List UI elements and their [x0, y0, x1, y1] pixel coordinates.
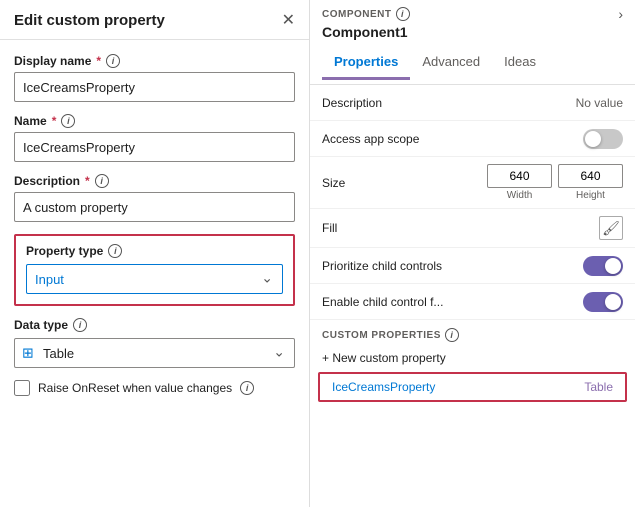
description-info-icon[interactable]: i: [95, 174, 109, 188]
close-button[interactable]: ✕: [282, 13, 295, 29]
display-name-input[interactable]: [14, 72, 295, 102]
property-type-label: Property type i: [26, 244, 283, 258]
access-app-scope-toggle[interactable]: [583, 129, 623, 149]
data-type-select[interactable]: Table Text Number Boolean: [14, 338, 295, 368]
prop-prioritize-child-label: Prioritize child controls: [322, 259, 442, 273]
raise-on-reset-label: Raise OnReset when value changes: [38, 381, 232, 395]
raise-on-reset-checkbox[interactable]: [14, 380, 30, 396]
property-type-select[interactable]: Input Output Event: [26, 264, 283, 294]
right-header: COMPONENT i › Component1 Properties Adva…: [310, 0, 635, 85]
left-panel: Edit custom property ✕ Display name * i …: [0, 0, 310, 507]
name-label: Name * i: [14, 114, 295, 128]
width-label: Width: [507, 190, 533, 201]
toggle-thumb: [585, 131, 601, 147]
data-type-label: Data type i: [14, 318, 295, 332]
raise-on-reset-row: Raise OnReset when value changes i: [14, 380, 295, 396]
width-wrap: Width: [487, 164, 552, 201]
fill-swatch[interactable]: 🖌: [599, 216, 623, 240]
toggle-thumb: [605, 258, 621, 274]
prop-enable-child-label: Enable child control f...: [322, 295, 443, 309]
toggle-thumb2: [605, 294, 621, 310]
left-body: Display name * i Name * i Description * …: [0, 40, 309, 507]
height-label: Height: [576, 190, 605, 201]
prop-description: Description No value: [310, 85, 635, 121]
add-prop-button[interactable]: + New custom property: [310, 346, 635, 370]
property-type-section: Property type i Input Output Event: [14, 234, 295, 306]
toggle-track-on2[interactable]: [583, 292, 623, 312]
size-height-input[interactable]: [558, 164, 623, 188]
panel-title: Edit custom property: [14, 12, 165, 29]
name-info-icon[interactable]: i: [61, 114, 75, 128]
custom-property-row[interactable]: IceCreamsProperty Table: [318, 372, 627, 402]
custom-props-info-icon[interactable]: i: [445, 328, 459, 342]
tab-properties[interactable]: Properties: [322, 48, 410, 80]
prop-description-value: No value: [576, 96, 623, 110]
toggle-track-on[interactable]: [583, 256, 623, 276]
prop-size: Size Width Height: [310, 157, 635, 209]
toggle-track[interactable]: [583, 129, 623, 149]
prop-prioritize-child: Prioritize child controls: [310, 248, 635, 284]
component-info-icon[interactable]: i: [396, 7, 410, 21]
right-panel: COMPONENT i › Component1 Properties Adva…: [310, 0, 635, 507]
name-group: Name * i: [14, 114, 295, 162]
tab-ideas[interactable]: Ideas: [492, 48, 548, 80]
right-body: Description No value Access app scope Si…: [310, 85, 635, 507]
right-header-top: COMPONENT i ›: [322, 6, 623, 22]
custom-prop-name: IceCreamsProperty: [332, 380, 435, 394]
prop-access-app-scope: Access app scope: [310, 121, 635, 157]
data-type-wrapper: Table Text Number Boolean: [14, 338, 295, 368]
chevron-right-icon[interactable]: ›: [618, 6, 623, 22]
data-type-info-icon[interactable]: i: [73, 318, 87, 332]
raise-on-reset-info-icon[interactable]: i: [240, 381, 254, 395]
display-name-info-icon[interactable]: i: [106, 54, 120, 68]
property-type-info-icon[interactable]: i: [108, 244, 122, 258]
tabs-row: Properties Advanced Ideas: [322, 48, 623, 80]
tab-advanced[interactable]: Advanced: [410, 48, 492, 80]
data-type-section: Data type i Table Text Number Boolean: [14, 318, 295, 368]
size-width-input[interactable]: [487, 164, 552, 188]
prop-description-label: Description: [322, 96, 382, 110]
component-label: COMPONENT i: [322, 7, 410, 21]
prop-size-label: Size: [322, 176, 345, 190]
description-input[interactable]: [14, 192, 295, 222]
enable-child-toggle[interactable]: [583, 292, 623, 312]
description-label: Description * i: [14, 174, 295, 188]
prop-access-app-scope-label: Access app scope: [322, 132, 419, 146]
custom-prop-type: Table: [584, 380, 613, 394]
left-header: Edit custom property ✕: [0, 0, 309, 40]
prop-enable-child: Enable child control f...: [310, 284, 635, 320]
prop-fill-label: Fill: [322, 221, 337, 235]
custom-props-header: CUSTOM PROPERTIES i: [310, 320, 635, 346]
display-name-label: Display name * i: [14, 54, 295, 68]
size-group: Width Height: [487, 164, 623, 201]
component-name: Component1: [322, 24, 623, 40]
description-group: Description * i: [14, 174, 295, 222]
prioritize-child-toggle[interactable]: [583, 256, 623, 276]
property-type-wrapper: Input Output Event: [26, 264, 283, 294]
name-input[interactable]: [14, 132, 295, 162]
prop-fill: Fill 🖌: [310, 209, 635, 248]
display-name-group: Display name * i: [14, 54, 295, 102]
height-wrap: Height: [558, 164, 623, 201]
